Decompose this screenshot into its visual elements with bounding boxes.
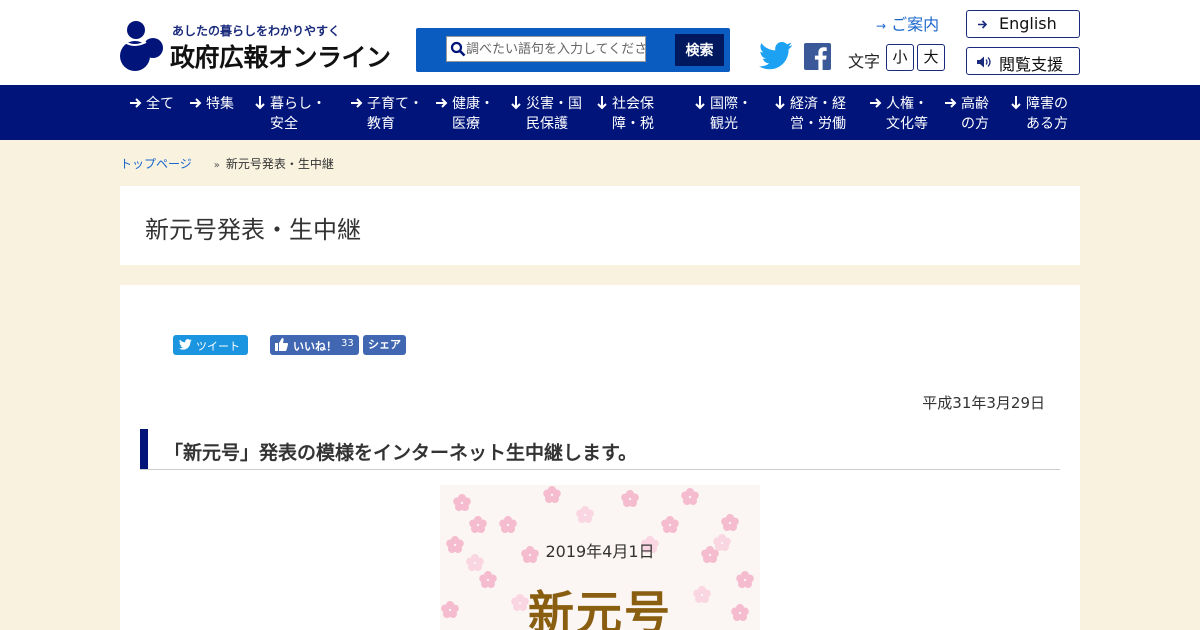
- text-size-large-button[interactable]: 大: [917, 44, 945, 71]
- facebook-share-button[interactable]: シェア: [363, 335, 406, 355]
- arrow-right-icon: [351, 98, 363, 108]
- english-button-label: English: [999, 14, 1057, 33]
- arrow-down-icon: [775, 96, 785, 110]
- text-size-small-button[interactable]: 小: [886, 44, 914, 71]
- tweet-button[interactable]: ツイート: [173, 335, 248, 355]
- breadcrumb-separator: »: [213, 160, 220, 171]
- arrow-right-icon: [130, 98, 142, 108]
- arrow-down-icon: [695, 96, 705, 110]
- guide-link[interactable]: → ご案内: [876, 11, 939, 35]
- accessibility-button[interactable]: 閲覧支援: [966, 47, 1080, 75]
- breadcrumb-current: 新元号発表・生中継: [225, 157, 334, 171]
- page-title: 新元号発表・生中継: [145, 216, 361, 244]
- article-body: ツイート いいね！ 33 シェア 平成31年3月29日 「新元号」発表の模様をイ…: [120, 285, 1080, 630]
- arrow-down-icon: [255, 96, 265, 110]
- breadcrumb: トップページ » 新元号発表・生中継: [120, 155, 334, 172]
- site-logo[interactable]: あしたの暮らしをわかりやすく 政府広報オンライン: [120, 20, 405, 74]
- arrow-right-icon: [870, 98, 882, 108]
- speaker-icon: [977, 56, 991, 68]
- logo-mark-icon: [120, 21, 163, 71]
- twitter-icon: [179, 339, 192, 350]
- arrow-down-icon: [511, 96, 521, 110]
- accessibility-button-label: 閲覧支援: [999, 55, 1064, 74]
- site-name: 政府広報オンライン: [170, 43, 391, 72]
- search-button[interactable]: 検索: [675, 34, 724, 66]
- hero-date: 2019年4月1日: [545, 542, 655, 561]
- arrow-right-icon: [190, 98, 202, 108]
- tweet-button-label: ツイート: [196, 340, 240, 353]
- text-size-label: 文字: [848, 52, 881, 71]
- hero-image: 2019年4月1日 新元号: [440, 485, 760, 630]
- thumbs-up-icon: [275, 338, 288, 351]
- site-header: あしたの暮らしをわかりやすく 政府広報オンライン 検索 文字 小 大 →ご案内 …: [0, 0, 1200, 85]
- breadcrumb-home-link[interactable]: トップページ: [120, 157, 192, 171]
- arrow-right-icon: →: [876, 19, 887, 33]
- facebook-icon[interactable]: [804, 43, 831, 70]
- arrow-down-icon: [597, 96, 607, 110]
- english-button[interactable]: English: [966, 10, 1080, 38]
- arrow-right-icon: [978, 20, 988, 29]
- page-title-box: 新元号発表・生中継: [120, 186, 1080, 265]
- publish-date: 平成31年3月29日: [922, 394, 1045, 412]
- twitter-icon[interactable]: [759, 42, 793, 70]
- like-button-label: いいね！: [293, 340, 337, 353]
- arrow-right-icon: [945, 98, 957, 108]
- arrow-right-icon: [436, 98, 448, 108]
- hero-era-text: 新元号: [528, 586, 672, 630]
- facebook-like-button[interactable]: いいね！ 33: [270, 335, 359, 355]
- guide-link-label: ご案内: [891, 15, 940, 34]
- search-box: 検索: [416, 28, 730, 72]
- search-input[interactable]: [466, 37, 646, 61]
- search-icon: [450, 41, 466, 57]
- section-title: 「新元号」発表の模様をインターネット生中継します。: [164, 442, 638, 464]
- arrow-down-icon: [1011, 96, 1021, 110]
- section-heading: 「新元号」発表の模様をインターネット生中継します。: [140, 429, 1060, 470]
- section-heading-bar: [140, 429, 148, 469]
- like-count: 33: [341, 338, 354, 349]
- site-tagline: あしたの暮らしをわかりやすく: [172, 24, 341, 38]
- category-nav: 全て 特集 暮らし・ 安全 子育て・ 教育 健康・ 医療 災害・国 民保護 社会…: [0, 85, 1200, 140]
